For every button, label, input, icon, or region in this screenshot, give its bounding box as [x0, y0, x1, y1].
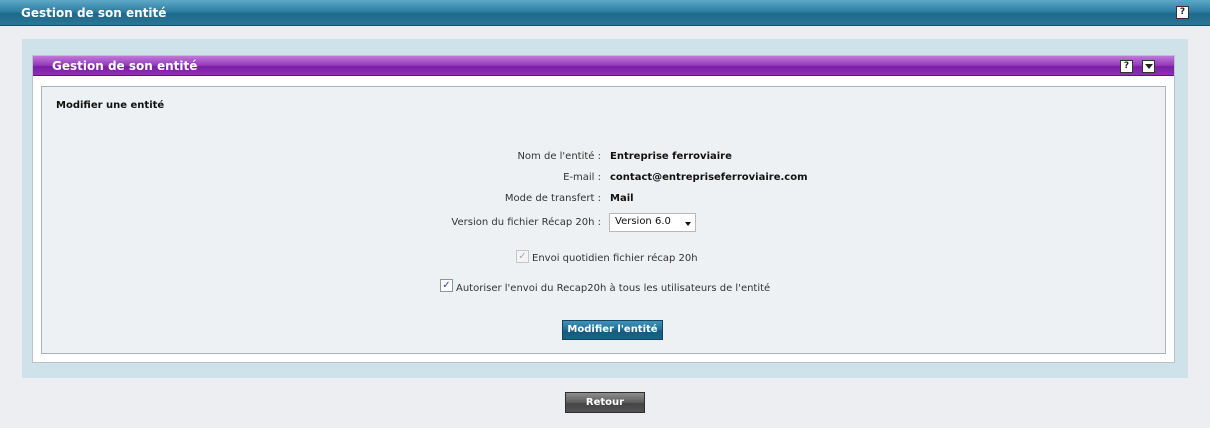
version-selected-value: Version 6.0: [615, 216, 671, 227]
modify-entity-button[interactable]: Modifier l'entité: [562, 320, 663, 340]
collapse-icon[interactable]: [1142, 60, 1155, 73]
entity-panel: Gestion de son entité ? Modifier une ent…: [32, 55, 1175, 363]
chevron-down-icon: [685, 222, 691, 226]
transfer-value: Mail: [610, 193, 634, 204]
panel-help-icon[interactable]: ?: [1120, 60, 1133, 73]
version-label: Version du fichier Récap 20h :: [451, 217, 601, 228]
page-title: Gestion de son entité: [21, 6, 167, 20]
email-value: contact@entrepriseferroviaire.com: [610, 172, 808, 183]
entity-form: Modifier une entité Nom de l'entité : En…: [41, 86, 1166, 354]
name-value: Entreprise ferroviaire: [610, 151, 732, 162]
panel-header: Gestion de son entité ?: [33, 56, 1174, 76]
page-header: Gestion de son entité ?: [0, 0, 1210, 26]
back-button[interactable]: Retour: [565, 392, 645, 413]
name-label: Nom de l'entité :: [517, 151, 601, 162]
allow-recap-checkbox[interactable]: ✓: [440, 279, 453, 292]
version-select[interactable]: Version 6.0: [609, 213, 696, 232]
daily-recap-label: Envoi quotidien fichier récap 20h: [532, 253, 698, 264]
version-row: Version du fichier Récap 20h :: [42, 217, 1167, 231]
content-container: Gestion de son entité ? Modifier une ent…: [22, 39, 1188, 378]
allow-recap-label: Autoriser l'envoi du Recap20h à tous les…: [456, 283, 771, 294]
section-title: Modifier une entité: [56, 100, 165, 111]
name-row: Nom de l'entité : Entreprise ferroviaire: [42, 151, 1167, 165]
help-icon[interactable]: ?: [1176, 6, 1189, 19]
transfer-label: Mode de transfert :: [504, 193, 601, 204]
transfer-row: Mode de transfert : Mail: [42, 193, 1167, 207]
email-label: E-mail :: [563, 172, 601, 183]
email-row: E-mail : contact@entrepriseferroviaire.c…: [42, 172, 1167, 186]
panel-title: Gestion de son entité: [52, 59, 198, 73]
daily-recap-checkbox[interactable]: ✓: [516, 250, 529, 263]
